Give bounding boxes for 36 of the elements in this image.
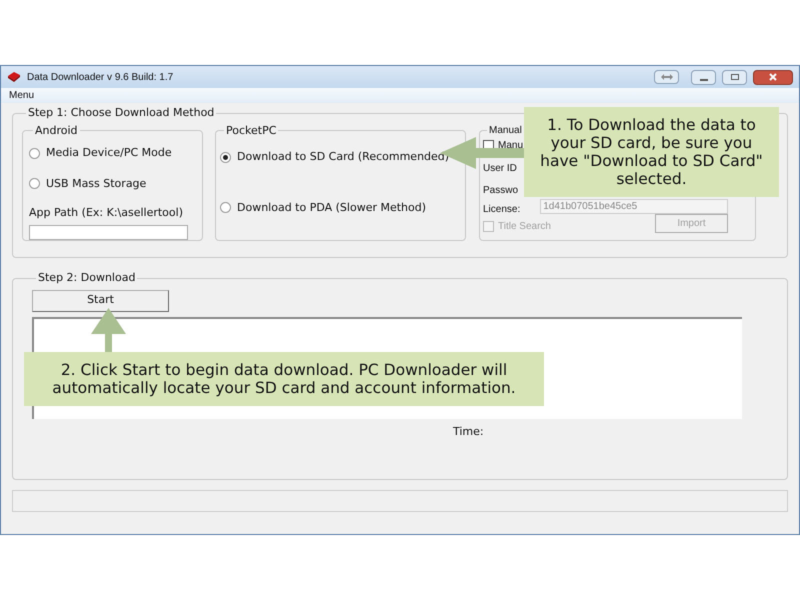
radio-button[interactable] (220, 152, 231, 163)
app-path-field[interactable] (29, 224, 188, 240)
maximize-icon (730, 74, 738, 80)
double-arrow-icon (660, 73, 674, 81)
field-label: License: (483, 202, 520, 216)
minimize-icon (700, 78, 708, 80)
maximize-button[interactable] (722, 70, 747, 84)
radio-button[interactable] (29, 148, 40, 159)
group-title: Step 1: Choose Download Method (27, 105, 216, 121)
group-title: Android (34, 122, 79, 138)
resize-button[interactable] (654, 70, 679, 84)
radio-label: Download to PDA (Slower Method) (237, 200, 426, 216)
field-label: Passwo (483, 184, 518, 198)
window-title: Data Downloader v 9.6 Build: 1.7 (27, 70, 174, 84)
callout: 2. Click Start to begin data download. PC Downloader will automatically locate your SD card and account information. (24, 352, 544, 406)
radio-button[interactable] (29, 178, 40, 190)
radio-label: USB Mass Storage (46, 176, 146, 192)
start-button[interactable]: Start (32, 290, 169, 312)
menu-item[interactable]: Menu (9, 88, 34, 103)
time-label: Time: (453, 424, 485, 440)
group-title: PocketPC (225, 122, 278, 138)
close-icon (769, 73, 777, 81)
checkbox-label: Manu (498, 138, 524, 152)
minimize-button[interactable] (691, 70, 716, 84)
radio-button[interactable] (220, 202, 231, 214)
group-title: Step 2: Download (37, 270, 136, 286)
callout: 1. To Download the data to your SD card, be sure you have "Download to SD Card" selected. (524, 107, 779, 197)
up-arrow-icon (91, 308, 126, 353)
field-label: User ID (483, 162, 517, 176)
checkbox-label: Title Search (498, 220, 551, 234)
radio-label: Media Device/PC Mode (46, 145, 172, 161)
book-icon (7, 71, 21, 83)
group-title: Manual (488, 124, 523, 138)
radio-label: Download to SD Card (Recommended) (237, 149, 450, 165)
close-button[interactable] (753, 70, 793, 84)
field-label: App Path (Ex: K:\asellertool) (29, 205, 184, 221)
